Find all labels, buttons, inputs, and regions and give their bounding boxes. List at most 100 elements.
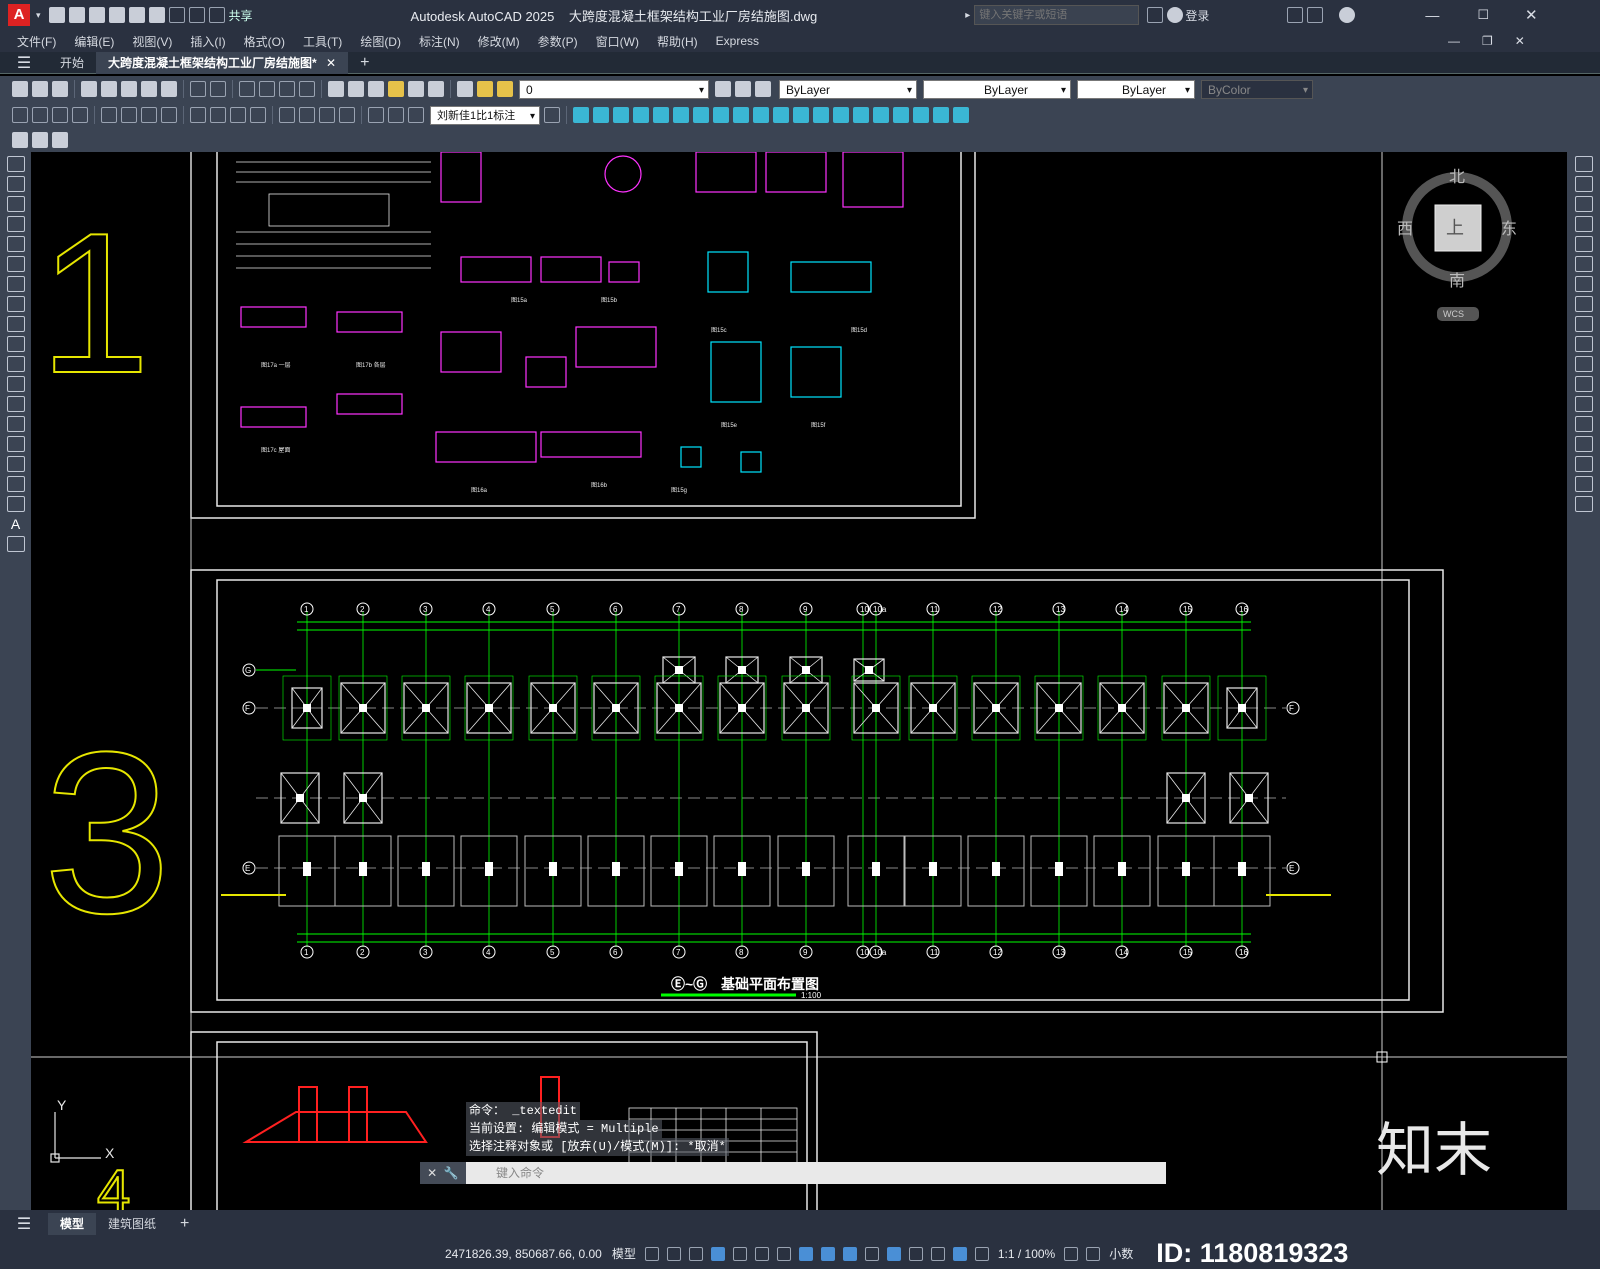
layout-menu-icon[interactable]: ☰ — [0, 1214, 48, 1234]
angular-icon[interactable] — [161, 107, 177, 123]
insert-block-icon[interactable] — [32, 132, 48, 148]
diameter-icon[interactable] — [141, 107, 157, 123]
polyline-icon[interactable] — [6, 196, 25, 212]
redo-icon[interactable] — [210, 81, 226, 97]
save-icon[interactable] — [88, 7, 105, 23]
offset-icon[interactable] — [1574, 216, 1593, 232]
plotstyle-dropdown[interactable]: ByColor ▾ — [1201, 79, 1313, 99]
layer-properties-icon[interactable] — [457, 81, 473, 97]
pan-icon[interactable] — [239, 81, 255, 97]
isodraft-icon[interactable] — [776, 1246, 791, 1261]
menu-tools[interactable]: 工具(T) — [294, 33, 351, 50]
open-icon[interactable] — [32, 81, 48, 97]
menu-parametric[interactable]: 参数(P) — [529, 33, 587, 50]
hatch-icon[interactable] — [6, 436, 25, 452]
user-icon[interactable] — [1167, 7, 1184, 23]
trim-icon[interactable] — [693, 107, 709, 123]
properties-icon[interactable] — [328, 81, 344, 97]
annotation-visibility-icon[interactable] — [952, 1246, 967, 1261]
menu-window[interactable]: 窗口(W) — [587, 33, 648, 50]
tab-document[interactable]: 大跨度混凝土框架结构工业厂房结施图* ✕ — [96, 51, 349, 74]
scale-icon[interactable] — [673, 107, 689, 123]
color-dropdown[interactable]: ByLayer ▾ — [779, 79, 917, 99]
dynamic-input-icon[interactable] — [710, 1246, 725, 1261]
model-space-button[interactable]: 模型 — [612, 1245, 636, 1262]
blend-icon[interactable] — [1574, 476, 1593, 492]
arc-length-icon[interactable] — [52, 107, 68, 123]
move-icon[interactable] — [1574, 256, 1593, 272]
linetype-dropdown[interactable]: ByLayer ▾ — [923, 79, 1071, 99]
preview-icon[interactable] — [101, 81, 117, 97]
erase-icon[interactable] — [1574, 156, 1593, 172]
spline-icon[interactable] — [6, 316, 25, 332]
tab-model[interactable]: 模型 — [48, 1213, 97, 1235]
scale-icon[interactable] — [1574, 296, 1593, 312]
dim-style-icon[interactable] — [544, 107, 560, 123]
publish-icon[interactable] — [121, 81, 137, 97]
radius-icon[interactable] — [101, 107, 117, 123]
command-input[interactable]: 键入命令 — [466, 1162, 1166, 1184]
center-mark-icon[interactable] — [299, 107, 315, 123]
rotate-icon[interactable] — [1574, 276, 1593, 292]
close-tab-icon[interactable]: ✕ — [326, 56, 336, 70]
share-button[interactable]: 共享 — [229, 7, 253, 24]
redo-icon[interactable] — [188, 7, 205, 23]
selection-cycling-icon[interactable] — [886, 1246, 901, 1261]
snap-icon[interactable] — [666, 1246, 681, 1261]
units-readout[interactable]: 小数 — [1109, 1245, 1133, 1262]
new-icon[interactable] — [12, 81, 28, 97]
copy-icon[interactable] — [1574, 176, 1593, 192]
join-icon[interactable] — [1574, 416, 1593, 432]
make-current-icon[interactable] — [715, 81, 731, 97]
stretch-icon[interactable] — [613, 107, 629, 123]
menu-insert[interactable]: 插入(I) — [181, 33, 234, 50]
dim-text-edit-icon[interactable] — [388, 107, 404, 123]
aligned-dim-icon[interactable] — [32, 107, 48, 123]
menu-dimension[interactable]: 标注(N) — [410, 33, 469, 50]
revcloud-icon[interactable] — [6, 296, 25, 312]
menu-format[interactable]: 格式(O) — [235, 33, 294, 50]
fillet-icon[interactable] — [733, 107, 749, 123]
jogged-linear-icon[interactable] — [339, 107, 355, 123]
arc-icon[interactable] — [6, 256, 25, 272]
customize-icon[interactable]: 🔧 — [444, 1166, 459, 1180]
inspection-icon[interactable] — [319, 107, 335, 123]
continue-icon[interactable] — [230, 107, 246, 123]
region-icon[interactable] — [6, 476, 25, 492]
ellipse-icon[interactable] — [6, 336, 25, 352]
add-layout-button[interactable]: + — [168, 1213, 201, 1235]
xref-icon[interactable] — [52, 132, 68, 148]
align-icon[interactable] — [893, 107, 909, 123]
plot-icon[interactable] — [81, 81, 97, 97]
explode-icon[interactable] — [813, 107, 829, 123]
zoom-realtime-icon[interactable] — [259, 81, 275, 97]
doc-close-button[interactable]: ✕ — [1515, 34, 1525, 48]
layer-freeze-icon[interactable] — [497, 81, 513, 97]
doc-minimize-button[interactable]: — — [1448, 34, 1460, 48]
help-icon[interactable] — [428, 81, 444, 97]
calculator-icon[interactable] — [408, 81, 424, 97]
3d-print-icon[interactable] — [161, 81, 177, 97]
lengthen-icon[interactable] — [913, 107, 929, 123]
open-file-icon[interactable] — [68, 7, 85, 23]
save-as-icon[interactable] — [108, 7, 125, 23]
share-icon[interactable] — [208, 7, 225, 23]
stretch-icon[interactable] — [1574, 316, 1593, 332]
menu-draw[interactable]: 绘图(D) — [351, 33, 410, 50]
pedit-icon[interactable] — [933, 107, 949, 123]
undo-icon[interactable] — [168, 7, 185, 23]
object-snap-tracking-icon[interactable] — [798, 1246, 813, 1261]
add-icon[interactable] — [1086, 1246, 1101, 1261]
point-icon[interactable] — [6, 416, 25, 432]
plot-icon[interactable] — [148, 7, 165, 23]
polygon-icon[interactable] — [6, 216, 25, 232]
polar-icon[interactable] — [754, 1246, 769, 1261]
insert-icon[interactable] — [6, 376, 25, 392]
break-point-icon[interactable] — [1574, 376, 1593, 392]
cart-icon[interactable] — [1287, 7, 1304, 23]
new-tab-button[interactable]: + — [348, 52, 381, 74]
tolerance-icon[interactable] — [279, 107, 295, 123]
maximize-button[interactable]: ☐ — [1477, 7, 1489, 23]
transparency-icon[interactable] — [864, 1246, 879, 1261]
layer-dropdown[interactable]: 0 ▾ — [519, 79, 709, 99]
